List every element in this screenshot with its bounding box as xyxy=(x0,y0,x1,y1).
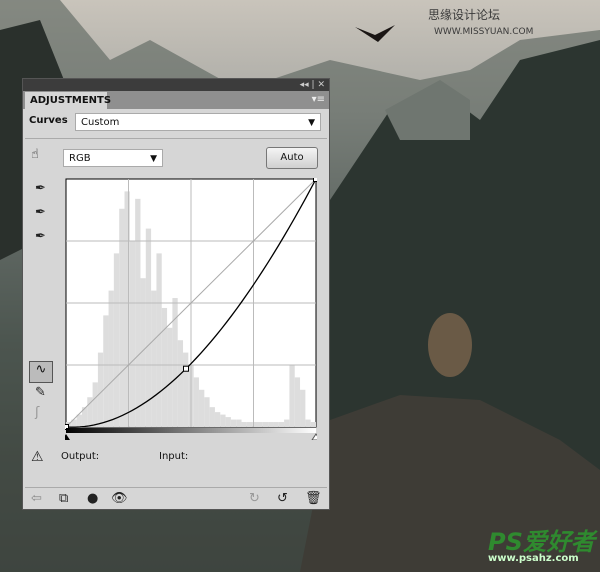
smooth-curve-icon[interactable]: ʃ xyxy=(35,405,39,420)
histogram-bar xyxy=(262,422,269,427)
histogram-bar xyxy=(310,422,316,427)
histogram-bar xyxy=(300,389,306,427)
histogram-bar xyxy=(151,290,157,427)
histogram-bar xyxy=(129,241,136,427)
histogram-bar xyxy=(97,352,104,427)
input-label: Input: xyxy=(159,451,189,462)
auto-button[interactable]: Auto xyxy=(266,147,318,169)
clipping-warning-icon[interactable]: ⚠ xyxy=(31,449,44,465)
histogram-bar xyxy=(273,422,279,427)
histogram-bar xyxy=(305,419,311,427)
histogram-bar xyxy=(76,414,82,427)
histogram-bar xyxy=(278,422,285,427)
channel-dropdown[interactable]: RGB ▼ xyxy=(63,149,163,167)
white-point-eyedropper-icon[interactable]: ✒ xyxy=(35,229,46,244)
histogram-bar xyxy=(161,307,168,427)
watermark-text: 思缘设计论坛 xyxy=(428,8,501,22)
histogram-bar xyxy=(214,412,221,427)
histogram-bar xyxy=(156,253,162,427)
preset-label: Curves xyxy=(29,115,68,126)
adjustments-panel: ◂◂ | ✕ ADJUSTMENTS ▾≡ Curves Custom ▼ ☝ R… xyxy=(22,78,330,510)
histogram-bar xyxy=(108,290,114,427)
histogram-bar xyxy=(257,422,263,427)
panel-menu-icon[interactable]: ▾≡ xyxy=(312,94,325,105)
site-logo: PS爱好者 www.psahz.com xyxy=(488,530,595,564)
histogram-bar xyxy=(225,417,231,427)
watermark-url: WWW.MISSYUAN.COM xyxy=(434,27,534,37)
histogram-bar xyxy=(113,253,120,427)
pencil-tool-icon[interactable]: ✎ xyxy=(35,385,46,400)
histogram-bar xyxy=(241,422,247,427)
histogram-bar xyxy=(198,389,205,427)
histogram-bar xyxy=(204,397,210,427)
tab-row: ADJUSTMENTS ▾≡ xyxy=(23,91,329,109)
curve-point-tool-icon[interactable]: ∿ xyxy=(29,361,53,383)
histogram-bar xyxy=(177,340,184,427)
histogram-bar xyxy=(252,422,258,427)
chevron-down-icon: ▼ xyxy=(308,118,315,128)
curve-control-point xyxy=(313,178,317,182)
clip-to-layer-icon[interactable]: ⧉ xyxy=(59,491,68,506)
histogram-bar xyxy=(103,315,109,427)
histogram-bar xyxy=(230,419,237,427)
preset-value: Custom xyxy=(81,117,120,128)
histogram-bar xyxy=(135,198,141,427)
logo-brand: PS爱好者 xyxy=(488,528,595,556)
back-arrow-icon[interactable]: ⇦ xyxy=(31,491,42,506)
divider xyxy=(25,138,327,139)
layer-visibility-mask-icon[interactable]: ● xyxy=(87,491,98,506)
on-image-adjust-hand-icon[interactable]: ☝ xyxy=(31,147,39,162)
watermark: 思缘设计论坛 WWW.MISSYUAN.COM xyxy=(428,6,600,37)
gray-point-eyedropper-icon[interactable]: ✒ xyxy=(35,205,46,220)
histogram-bar xyxy=(294,377,301,427)
histogram-bar xyxy=(236,419,242,427)
channel-value: RGB xyxy=(69,153,91,164)
reset-icon[interactable]: ↺ xyxy=(277,491,288,506)
black-point-slider xyxy=(65,434,70,440)
white-point-slider xyxy=(311,433,317,440)
histogram-bar xyxy=(246,422,253,427)
divider xyxy=(25,487,327,488)
histogram-bar xyxy=(167,327,173,427)
black-point-eyedropper-icon[interactable]: ✒ xyxy=(35,181,46,196)
histogram-bar xyxy=(124,191,130,427)
histogram-bar xyxy=(145,228,152,427)
chevron-down-icon: ▼ xyxy=(150,154,157,164)
tab-adjustments[interactable]: ADJUSTMENTS xyxy=(25,92,111,109)
eye-icon[interactable]: 👁 xyxy=(111,491,128,506)
histogram-bar xyxy=(289,365,295,427)
histogram-bar xyxy=(220,414,226,427)
panel-titlebar[interactable]: ◂◂ | ✕ xyxy=(23,79,329,91)
histogram-bar xyxy=(193,377,199,427)
input-gradient-bar xyxy=(66,428,316,433)
curves-graph[interactable] xyxy=(65,178,317,440)
histogram-bar xyxy=(92,382,98,427)
curve-control-point xyxy=(183,365,189,372)
histogram-bar xyxy=(209,407,215,427)
view-previous-state-icon[interactable]: ↻ xyxy=(249,491,260,506)
histogram-bar xyxy=(284,419,290,427)
trash-icon[interactable]: 🗑 xyxy=(305,491,322,506)
histogram-bar xyxy=(183,352,189,427)
preset-dropdown[interactable]: Custom ▼ xyxy=(75,113,321,131)
histogram-bar xyxy=(268,422,274,427)
output-label: Output: xyxy=(61,451,100,462)
